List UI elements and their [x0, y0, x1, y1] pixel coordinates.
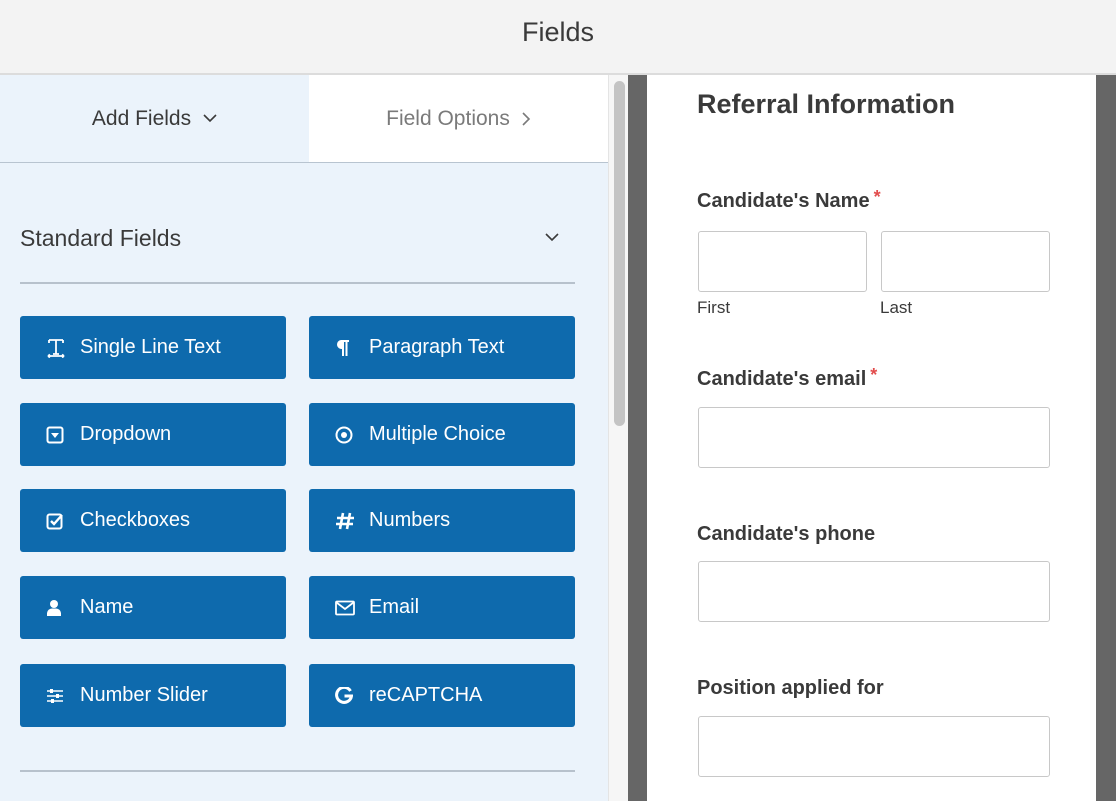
email-button[interactable]: Email [309, 576, 575, 639]
google-icon [335, 685, 359, 707]
checkbox-icon [46, 510, 70, 532]
header-bar: Fields [0, 0, 1116, 75]
tab-add-fields[interactable]: Add Fields [0, 75, 309, 162]
standard-fields-toggle[interactable]: Standard Fields [20, 208, 575, 268]
dropdown-icon [46, 424, 70, 446]
panel-scrollbar[interactable] [608, 75, 628, 801]
multiple-choice-button[interactable]: Multiple Choice [309, 403, 575, 466]
fields-panel: Add Fields Field Options Standard Fields… [0, 75, 608, 801]
paragraph-icon [335, 337, 359, 359]
chevron-down-icon [203, 114, 217, 123]
button-label: Checkboxes [80, 509, 191, 531]
button-label: Number Slider [80, 684, 208, 706]
button-label: Single Line Text [80, 336, 221, 358]
text-cursor-icon [46, 337, 70, 359]
label-text: Candidate's phone [697, 523, 876, 545]
radio-icon [335, 424, 359, 446]
numbers-button[interactable]: Numbers [309, 489, 575, 552]
email-input[interactable] [698, 407, 1050, 468]
button-label: Numbers [369, 509, 451, 531]
field-label-name[interactable]: Candidate's Name * [697, 187, 881, 213]
form-title: Referral Information [697, 89, 956, 119]
page-title: Fields [521, 17, 595, 47]
hash-icon [335, 510, 359, 532]
scrollbar-thumb[interactable] [614, 81, 625, 426]
field-label-position[interactable]: Position applied for [697, 677, 884, 700]
sliders-icon [46, 685, 70, 707]
tab-field-options-label: Field Options [386, 106, 510, 130]
form-preview: Referral Information Candidate's Name * F… [647, 75, 1096, 801]
label-text: Position applied for [697, 677, 884, 699]
preview-gutter-left [628, 75, 647, 801]
preview-gutter-right [1096, 75, 1116, 801]
envelope-icon [335, 597, 359, 619]
field-label-phone[interactable]: Candidate's phone [697, 523, 875, 546]
last-name-input[interactable] [881, 231, 1050, 292]
section-divider [20, 770, 575, 772]
position-input[interactable] [698, 716, 1050, 777]
chevron-right-icon [522, 111, 531, 126]
user-icon [46, 597, 70, 619]
button-label: reCAPTCHA [369, 684, 483, 706]
tab-field-options[interactable]: Field Options [309, 75, 608, 162]
chevron-down-icon [545, 229, 559, 247]
paragraph-text-button[interactable]: Paragraph Text [309, 316, 575, 379]
first-name-input[interactable] [698, 231, 867, 292]
button-label: Name [80, 596, 134, 618]
last-sublabel: Last [880, 298, 913, 317]
button-label: Email [369, 596, 420, 618]
checkboxes-button[interactable]: Checkboxes [20, 489, 286, 552]
label-text: Candidate's Name [697, 190, 870, 212]
section-divider [20, 282, 575, 284]
button-label: Multiple Choice [369, 423, 506, 445]
tab-add-fields-label: Add Fields [91, 106, 192, 130]
single-line-text-button[interactable]: Single Line Text [20, 316, 286, 379]
first-sublabel: First [697, 298, 731, 317]
required-asterisk: * [870, 365, 878, 385]
section-title: Standard Fields [20, 224, 182, 251]
label-text: Candidate's email [697, 368, 867, 390]
dropdown-button[interactable]: Dropdown [20, 403, 286, 466]
field-label-email[interactable]: Candidate's email * [697, 365, 878, 391]
button-label: Paragraph Text [369, 336, 505, 358]
name-button[interactable]: Name [20, 576, 286, 639]
recaptcha-button[interactable]: reCAPTCHA [309, 664, 575, 727]
number-slider-button[interactable]: Number Slider [20, 664, 286, 727]
panel-tabs: Add Fields Field Options [0, 75, 608, 163]
required-asterisk: * [873, 187, 881, 207]
button-label: Dropdown [80, 423, 172, 445]
phone-input[interactable] [698, 561, 1050, 622]
